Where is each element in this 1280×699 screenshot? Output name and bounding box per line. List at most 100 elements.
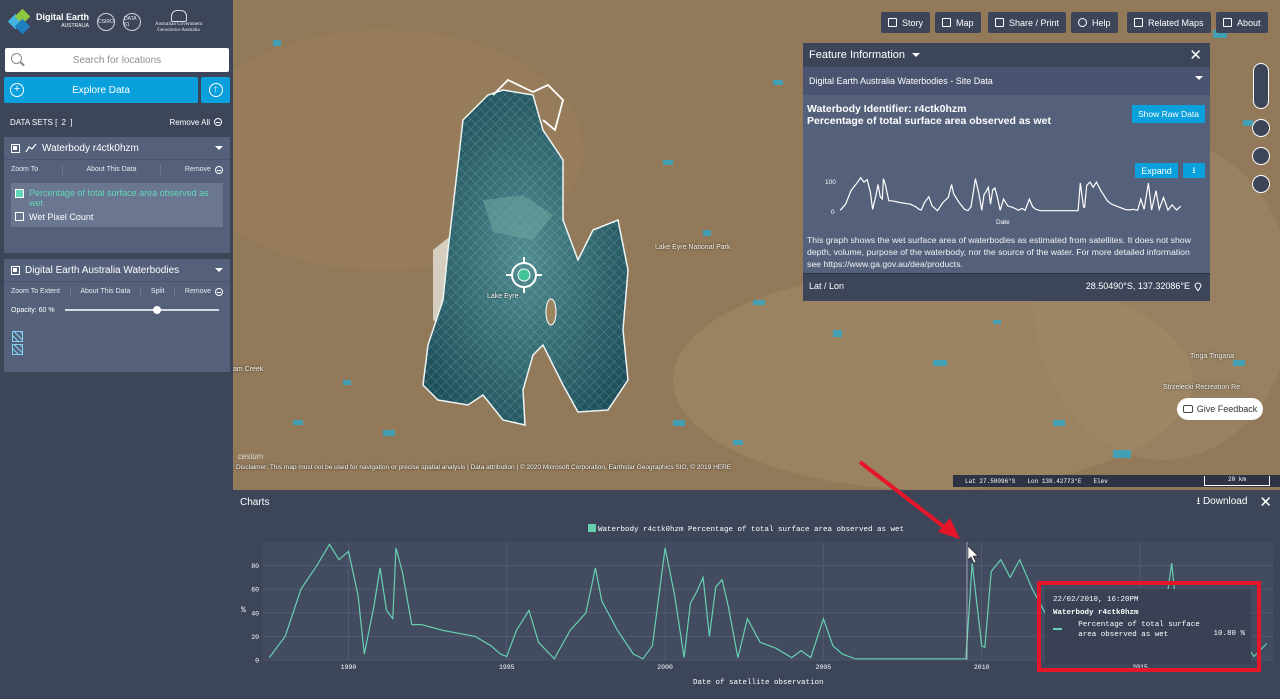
map-label-strzelecki: Strzelecki Recreation Re [1163, 384, 1241, 391]
chevron-down-icon[interactable] [912, 53, 920, 57]
tooltip-value: 10.80 % [1213, 630, 1245, 638]
download-button[interactable]: ⭳ Download [1197, 494, 1248, 511]
map-tools [1252, 63, 1270, 193]
wet-pixel-checkbox[interactable] [15, 212, 24, 221]
x-axis-label: Date of satellite observation [693, 679, 824, 687]
y-tick-label: 40 [251, 610, 259, 617]
about-data-button[interactable]: About This Data [86, 166, 136, 173]
legend-item-wet-percentage[interactable]: Percentage of total surface area observe… [11, 186, 223, 210]
help-icon [1078, 18, 1087, 27]
dea-logo-sub: AUSTRALIA [61, 23, 90, 29]
remove-label: Remove [184, 166, 211, 173]
dataset-card-dea-waterbodies: Digital Earth Australia Waterbodies Zoom… [4, 259, 230, 372]
x-tick-label: 1995 [499, 664, 515, 671]
opacity-slider[interactable] [64, 306, 219, 314]
explore-data-button[interactable]: + Explore Data [4, 77, 198, 103]
map-label: Map [956, 17, 974, 28]
zoom-control[interactable] [1253, 63, 1269, 109]
measure-icon[interactable] [1252, 175, 1270, 193]
explore-data-label: Explore Data [72, 84, 130, 96]
feature-info-body: Waterbody Identifier: r4ctk0hzm Percenta… [803, 95, 1210, 273]
feature-source-row[interactable]: Digital Earth Australia Waterbodies - Si… [803, 67, 1210, 95]
remove-circle-icon [214, 118, 222, 126]
search-icon [11, 53, 22, 64]
map-settings-button[interactable]: Map [935, 12, 981, 33]
gov-logo: Australian Government Geoscience Austral… [155, 10, 202, 34]
remove-button[interactable]: Remove [184, 165, 223, 174]
upload-button[interactable]: ↑ [201, 77, 230, 103]
hatch-swatch-icon [12, 331, 23, 342]
my-location-icon[interactable] [1252, 119, 1270, 137]
cursor-elev: Elev [1093, 477, 1108, 485]
split-compare-icon[interactable] [1252, 147, 1270, 165]
y-tick-label: 80 [251, 563, 259, 570]
feature-info-title: Feature Information [809, 49, 905, 61]
chevron-down-icon[interactable] [215, 146, 223, 150]
help-button[interactable]: Help [1071, 12, 1118, 33]
remove-circle-icon [214, 165, 223, 174]
mini-chart-series [839, 176, 1182, 212]
hatch-swatch-icon [12, 344, 23, 355]
mini-chart[interactable]: 100 0 Date [813, 173, 1193, 228]
download-label: Download [1202, 495, 1248, 507]
chevron-down-icon[interactable] [1195, 76, 1203, 80]
mini-series-line [839, 176, 1182, 212]
dataset-title: Digital Earth Australia Waterbodies [25, 264, 180, 276]
location-pin-icon[interactable] [1194, 281, 1202, 291]
remove-circle-icon [215, 287, 223, 296]
opacity-slider-handle[interactable] [152, 306, 161, 314]
chevron-down-icon[interactable] [215, 268, 223, 272]
tooltip-date: 22/02/2010, 16:20PM [1053, 596, 1139, 604]
x-tick-label: 2010 [974, 664, 990, 671]
cesium-logo: cesium [238, 452, 264, 461]
datasets-header: DATA SETS [ 2 ] Remove All [0, 112, 233, 132]
csiro-logo: CSIRO [97, 13, 116, 31]
dataset-visibility-checkbox[interactable] [11, 265, 20, 275]
close-icon[interactable]: ✕ [1259, 493, 1272, 511]
map-label-tinga-tingana: Tinga Tingana [1190, 353, 1235, 360]
mini-y-bottom: 0 [831, 209, 835, 216]
zoom-to-extent-button[interactable]: Zoom To Extent [11, 288, 60, 295]
style-swatches [4, 319, 230, 361]
remove-button[interactable]: Remove [184, 287, 223, 296]
remove-all-label: Remove All [169, 117, 210, 127]
related-maps-button[interactable]: Related Maps [1127, 12, 1211, 33]
search-input[interactable] [5, 48, 229, 72]
feature-description: This graph shows the wet surface area of… [807, 235, 1191, 269]
tooltip-label: Percentage of total surface area observe… [1078, 621, 1200, 639]
share-label: Share / Print [1009, 17, 1060, 28]
dataset-actions: Zoom To Extent About This Data Split Rem… [4, 281, 230, 301]
dataset-visibility-checkbox[interactable] [11, 143, 20, 153]
chat-bubble-icon [1182, 405, 1193, 413]
scale-bar: 20 km [1204, 476, 1270, 486]
split-button[interactable]: Split [151, 288, 165, 295]
story-button[interactable]: Story [881, 12, 931, 33]
feature-source: Digital Earth Australia Waterbodies - Si… [809, 76, 993, 86]
feature-info-header: Feature Information ✕ [803, 43, 1210, 67]
story-label: Story [902, 17, 924, 28]
legend-box: Percentage of total surface area observe… [11, 183, 223, 227]
show-raw-data-button[interactable]: Show Raw Data [1132, 105, 1205, 123]
cursor-lat: Lat 27.50096°S [965, 477, 1016, 485]
give-feedback-button[interactable]: Give Feedback [1177, 398, 1263, 420]
related-maps-label: Related Maps [1148, 17, 1204, 28]
feature-info-panel: Feature Information ✕ Digital Earth Aust… [803, 43, 1210, 301]
dataset-actions: Zoom To About This Data Remove [4, 159, 230, 179]
share-print-button[interactable]: Share / Print [988, 12, 1067, 33]
y-tick-label: 20 [251, 634, 259, 641]
mini-y-top: 100 [825, 179, 836, 186]
zoom-to-button[interactable]: Zoom To [11, 166, 38, 173]
chart-tooltip: 22/02/2010, 16:20PM Waterbody r4ctk0hzm … [1045, 589, 1251, 664]
dataset-title-row[interactable]: Waterbody r4ctk0hzm [4, 137, 230, 159]
about-button[interactable]: About [1216, 12, 1268, 33]
remove-all-button[interactable]: Remove All [170, 118, 222, 127]
about-data-button[interactable]: About This Data [80, 288, 130, 295]
dea-logo[interactable]: Digital Earth AUSTRALIA [7, 8, 90, 35]
dataset-title-row[interactable]: Digital Earth Australia Waterbodies [4, 259, 230, 281]
tooltip-series: Waterbody r4ctk0hzm [1053, 609, 1139, 617]
y-tick-label: 0 [255, 658, 259, 665]
close-icon[interactable]: ✕ [1189, 46, 1202, 64]
external-link-icon [1223, 18, 1232, 27]
remove-label: Remove [184, 288, 211, 295]
legend-item-wet-pixel-count[interactable]: Wet Pixel Count [11, 210, 223, 224]
